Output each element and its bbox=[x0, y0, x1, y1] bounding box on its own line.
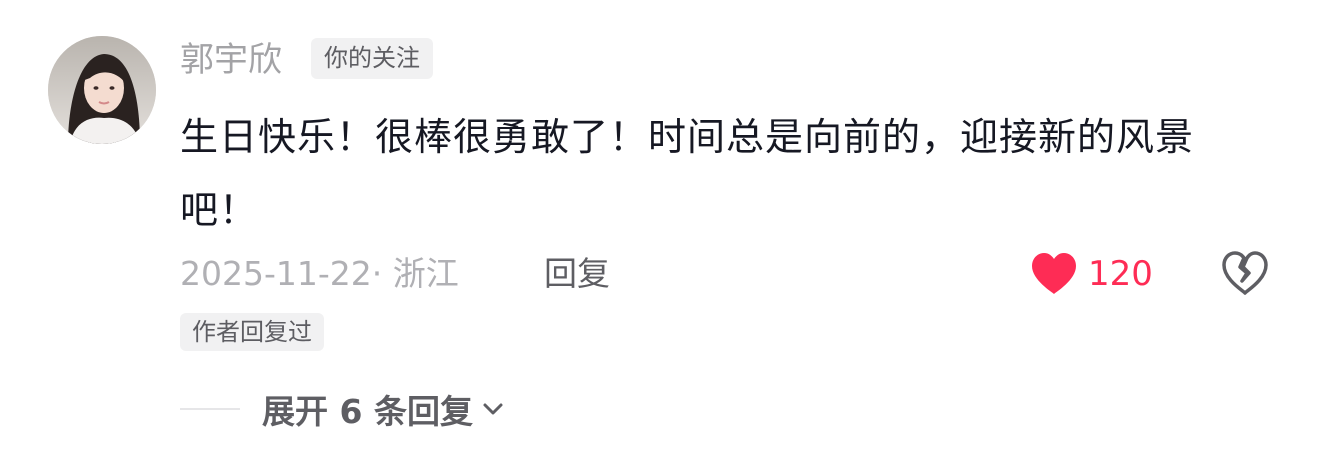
avatar[interactable] bbox=[48, 36, 156, 144]
divider-line bbox=[180, 408, 240, 410]
broken-heart-icon bbox=[1222, 251, 1268, 295]
like-count: 120 bbox=[1088, 254, 1153, 294]
comment-date-location: 2025-11-22· 浙江 bbox=[180, 254, 459, 293]
author-replied-badge: 作者回复过 bbox=[180, 313, 324, 351]
avatar-image bbox=[48, 36, 156, 144]
following-badge: 你的关注 bbox=[311, 38, 433, 79]
heart-filled-icon bbox=[1032, 253, 1076, 294]
expand-replies-button[interactable]: 展开 6 条回复 bbox=[262, 386, 505, 432]
comment-username[interactable]: 郭宇欣 bbox=[180, 36, 282, 84]
like-button[interactable]: 120 bbox=[1030, 249, 1153, 299]
dislike-button[interactable] bbox=[1220, 249, 1270, 299]
expand-replies-label: 展开 6 条回复 bbox=[262, 392, 473, 431]
reply-button[interactable]: 回复 bbox=[544, 251, 610, 297]
chevron-down-icon bbox=[483, 403, 503, 415]
comment-text: 生日快乐！很棒很勇敢了！时间总是向前的，迎接新的风景吧！ bbox=[180, 115, 1195, 232]
